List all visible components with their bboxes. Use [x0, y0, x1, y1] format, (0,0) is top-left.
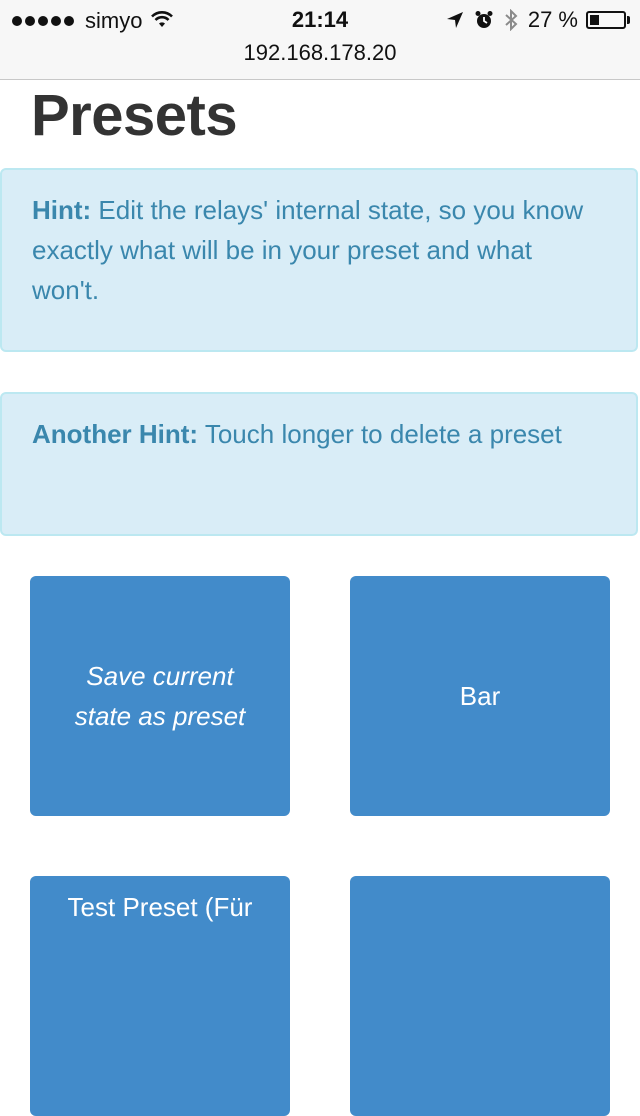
address-bar[interactable]: 192.168.178.20 [0, 40, 640, 80]
preset-button-test-preset[interactable]: Test Preset (Für [30, 876, 290, 1116]
another-hint-text: Touch longer to delete a preset [198, 419, 562, 449]
status-bar: simyo 21:14 27 % [0, 0, 640, 40]
preset-button[interactable] [350, 876, 610, 1116]
alarm-icon [474, 10, 494, 30]
bluetooth-icon [504, 9, 518, 31]
battery-icon [586, 11, 630, 29]
another-hint-label: Another Hint: [32, 419, 199, 449]
hint-alert: Hint: Edit the relays' internal state, s… [0, 168, 638, 352]
status-bar-right: 27 % [436, 7, 630, 33]
battery-percent: 27 % [527, 7, 578, 32]
preset-button-bar[interactable]: Bar [350, 576, 610, 816]
save-preset-button[interactable]: Save current state as preset [30, 576, 290, 816]
another-hint-alert: Another Hint: Touch longer to delete a p… [0, 392, 638, 536]
location-arrow-icon [446, 11, 464, 29]
hint-label: Hint: [32, 195, 92, 225]
hint-text: Edit the relays' internal state, so you … [32, 195, 584, 305]
page-title: Presets [31, 83, 238, 148]
